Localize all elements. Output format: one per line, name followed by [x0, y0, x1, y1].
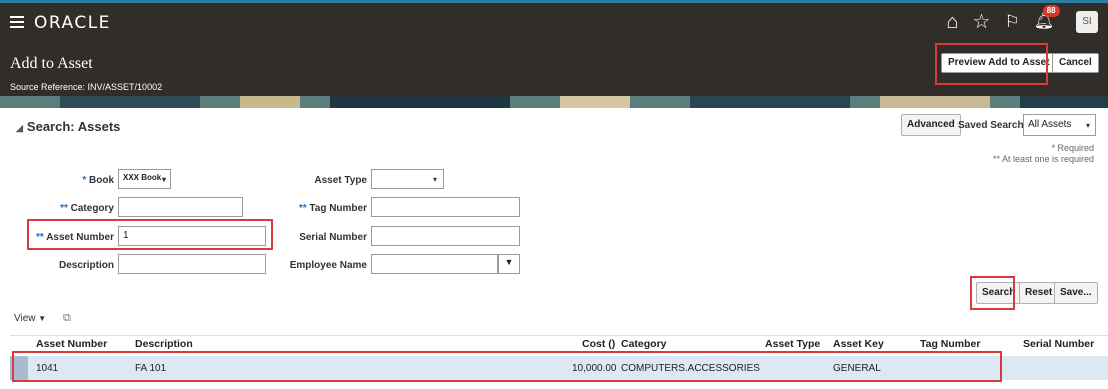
cell-asset-number: 1041	[36, 363, 59, 374]
employee-name-input[interactable]	[371, 254, 498, 274]
chevron-down-icon: ▼	[38, 314, 47, 323]
search-title-text: Search: Assets	[26, 119, 121, 134]
search-section-title[interactable]: ◢ Search: Assets	[16, 119, 120, 134]
chevron-down-icon: ▾	[161, 175, 166, 184]
saved-search-select[interactable]: All Assets ▾	[1023, 114, 1096, 136]
saved-search-label: Saved Search	[958, 120, 1024, 131]
employee-name-label: Employee Name	[289, 260, 367, 271]
view-label: View	[14, 313, 36, 324]
advanced-button[interactable]: Advanced	[901, 114, 961, 136]
asset-type-select[interactable]: ▾	[371, 169, 444, 189]
tag-number-label: ** Tag Number	[298, 203, 367, 214]
required-note: * Required ** At least one is required	[993, 143, 1094, 165]
column-header-tag-number[interactable]: Tag Number	[920, 338, 980, 350]
save-search-button[interactable]: Save...	[1054, 282, 1098, 304]
detach-table-icon[interactable]: ⧉	[63, 312, 71, 324]
serial-number-label: Serial Number	[299, 232, 367, 243]
table-row[interactable]	[10, 356, 1108, 380]
results-toolbar: View ▼ ⧉	[14, 312, 71, 325]
search-button[interactable]: Search	[976, 282, 1022, 304]
column-header-asset-number[interactable]: Asset Number	[36, 338, 107, 350]
table-header-divider	[10, 335, 1108, 336]
row-selector[interactable]	[10, 356, 28, 380]
notification-count-badge: 88	[1042, 5, 1060, 17]
asset-number-label: ** Asset Number	[35, 232, 114, 243]
saved-search-value: All Assets	[1028, 119, 1072, 130]
source-reference: Source Reference: INV/ASSET/10002	[10, 82, 163, 92]
category-input[interactable]	[118, 197, 243, 217]
book-label: * Book	[82, 175, 114, 186]
column-header-description[interactable]: Description	[135, 338, 193, 350]
view-menu[interactable]: View ▼	[14, 313, 46, 324]
cancel-button[interactable]: Cancel	[1052, 53, 1099, 73]
asset-number-input[interactable]: 1	[118, 226, 266, 246]
chevron-down-icon: ▾	[1085, 121, 1090, 130]
at-least-one-text: ** At least one is required	[992, 154, 1094, 164]
column-header-category[interactable]: Category	[621, 338, 667, 350]
cell-category: COMPUTERS.ACCESSORIES	[621, 363, 760, 374]
column-header-serial-number[interactable]: Serial Number	[1023, 338, 1094, 350]
book-value: XXX Book	[123, 173, 162, 182]
chevron-down-icon: ▾	[432, 175, 437, 184]
employee-name-dropdown-button[interactable]: ▼	[498, 254, 520, 274]
cell-cost: 10,000.00	[572, 363, 617, 374]
tag-number-input[interactable]	[371, 197, 520, 217]
required-text: Required	[1057, 143, 1094, 153]
column-header-asset-key[interactable]: Asset Key	[833, 338, 884, 350]
preview-add-to-asset-button[interactable]: Preview Add to Asset	[941, 53, 1057, 73]
page-title: Add to Asset	[10, 55, 93, 72]
column-header-cost[interactable]: Cost ()	[582, 338, 615, 350]
description-input[interactable]	[118, 254, 266, 274]
asset-type-label: Asset Type	[314, 175, 367, 186]
favorites-star-icon[interactable]: ☆	[973, 11, 991, 33]
flag-icon[interactable]: ⚐	[1004, 11, 1019, 33]
cell-description: FA 101	[135, 363, 167, 374]
home-icon[interactable]: ⌂	[946, 11, 958, 33]
user-avatar[interactable]: SI	[1076, 11, 1098, 33]
category-label: ** Category	[60, 203, 114, 214]
oracle-logo[interactable]: ORACLE	[34, 13, 111, 33]
description-label: Description	[58, 260, 114, 271]
cell-asset-key: GENERAL	[833, 363, 881, 374]
menu-icon[interactable]	[10, 16, 24, 28]
decorative-banner	[0, 96, 1108, 108]
book-select[interactable]: XXX Book ▾	[118, 169, 171, 189]
serial-number-input[interactable]	[371, 226, 520, 246]
global-icons: ⌂ ☆ ⚐ 🔔︎ 88 SI	[946, 5, 1098, 33]
reset-button[interactable]: Reset	[1019, 282, 1059, 304]
collapse-triangle-icon[interactable]: ◢	[16, 123, 23, 133]
notifications-bell-icon[interactable]: 🔔︎ 88	[1034, 5, 1060, 33]
column-header-asset-type[interactable]: Asset Type	[765, 338, 820, 350]
global-header: ORACLE ⌂ ☆ ⚐ 🔔︎ 88 SI	[0, 0, 1108, 44]
chevron-down-icon: ▼	[504, 257, 514, 267]
